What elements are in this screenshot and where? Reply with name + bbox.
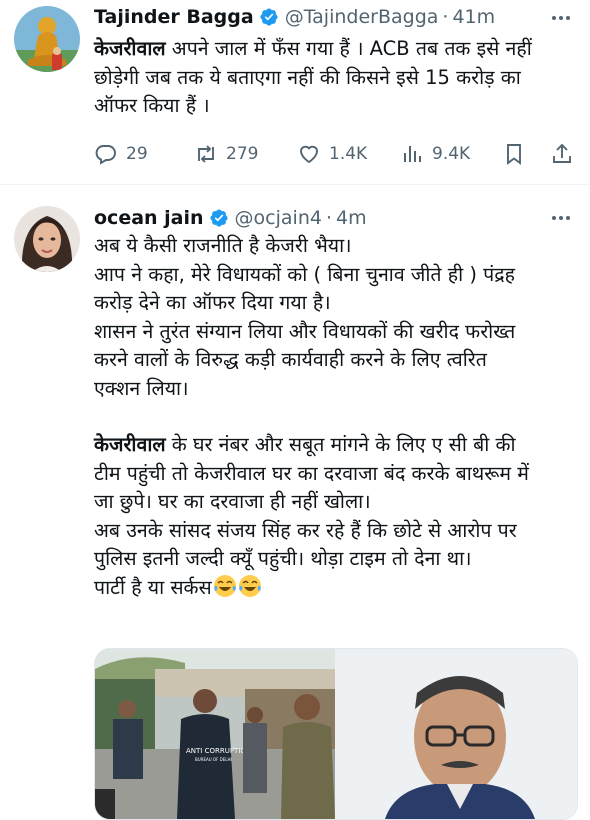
reply-count: 29 [126,144,148,164]
face-with-tears-of-joy-icon [238,574,261,597]
views-count: 9.4K [432,144,471,164]
tweet-text: केजरीवाल अपने जाल में फँस गया हैं । ACB … [94,37,532,117]
tweet-header: Tajinder Bagga @TajinderBagga · 41m [94,4,495,30]
repost-icon [198,145,214,163]
views-button[interactable]: 9.4K [400,139,470,169]
avatar[interactable] [14,6,80,72]
tweet-tajinder[interactable]: Tajinder Bagga @TajinderBagga · 41m केजर… [0,0,590,184]
like-count: 1.4K [329,144,368,164]
tweet-media[interactable]: ANTI CORRUPTION BUREAU OF DELHI [94,648,578,820]
divider [0,184,590,185]
verified-badge-icon [210,209,228,227]
media-image[interactable]: ANTI CORRUPTION BUREAU OF DELHI [95,649,577,819]
repost-button[interactable]: 279 [194,139,258,169]
bookmark-icon [507,144,521,165]
highlight-name: केजरीवाल [94,37,166,60]
separator-dot: · [442,6,449,28]
repost-count: 279 [226,144,259,164]
reply-icon [95,145,116,165]
reply-button[interactable]: 29 [94,139,148,169]
separator-dot: · [325,207,332,229]
author-handle[interactable]: @TajinderBagga [285,6,439,28]
tweet-actions: 29 279 1.4K 9.4K [94,139,580,169]
tweet-ocean-jain[interactable]: ocean jain @ocjain4 · 4m अब ये कैसी राजन… [0,186,590,820]
timestamp[interactable]: 4m [336,207,367,229]
avatar[interactable] [14,206,80,272]
share-icon [553,143,571,163]
timestamp[interactable]: 41m [452,6,495,28]
svg-text:BUREAU OF DELHI: BUREAU OF DELHI [195,757,232,762]
highlight-name: केजरीवाल [94,433,166,456]
share-button[interactable] [550,139,574,169]
like-button[interactable]: 1.4K [297,139,367,169]
author-name[interactable]: Tajinder Bagga [94,6,254,28]
author-name[interactable]: ocean jain [94,207,204,229]
face-with-tears-of-joy-icon [213,574,236,597]
tweet-header: ocean jain @ocjain4 · 4m [94,205,367,231]
more-options-icon[interactable] [546,208,576,228]
author-handle[interactable]: @ocjain4 [235,207,322,229]
like-icon [300,145,318,164]
verified-badge-icon [260,8,278,26]
more-options-icon[interactable] [546,8,576,28]
views-icon [404,146,421,162]
bookmark-button[interactable] [502,139,526,169]
tweet-text: अब ये कैसी राजनीति है केजरी भैया। आप ने … [94,234,529,599]
svg-text:ANTI CORRUPTION: ANTI CORRUPTION [186,747,251,755]
